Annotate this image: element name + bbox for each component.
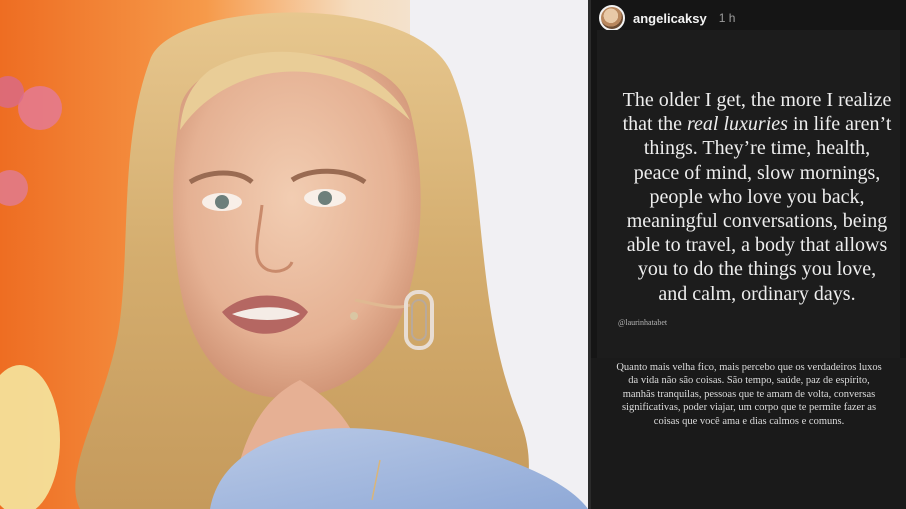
- translation-area: Quanto mais velha fico, mais percebo que…: [591, 358, 906, 509]
- instagram-story: angelicaksy 1 h The older I get, the mor…: [591, 0, 906, 509]
- quote-credit: @laurinhatabet: [618, 318, 668, 327]
- quote-part2: in life aren’t things. They’re time, hea…: [626, 113, 892, 305]
- timestamp: 1 h: [718, 11, 736, 25]
- tv-photo: [0, 0, 588, 509]
- translation-text: Quanto mais velha fico, mais percebo que…: [616, 362, 882, 427]
- avatar[interactable]: [599, 5, 625, 31]
- portrait-photo: [0, 0, 588, 509]
- quote-card: The older I get, the more I realize that…: [597, 30, 900, 358]
- quote-emphasis: real luxuries: [687, 113, 788, 136]
- story-header: angelicaksy 1 h: [599, 4, 735, 32]
- username[interactable]: angelicaksy: [633, 11, 707, 26]
- quote-text: The older I get, the more I realize that…: [621, 88, 893, 306]
